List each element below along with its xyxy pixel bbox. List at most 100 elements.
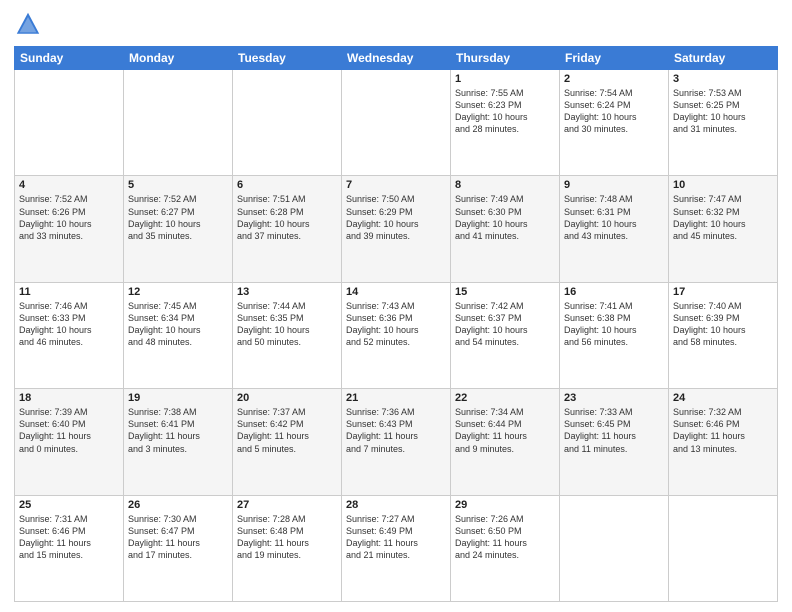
calendar-header-wednesday: Wednesday	[342, 47, 451, 70]
day-info: Sunrise: 7:26 AM Sunset: 6:50 PM Dayligh…	[455, 513, 555, 562]
calendar-cell: 20Sunrise: 7:37 AM Sunset: 6:42 PM Dayli…	[233, 389, 342, 495]
calendar-cell: 19 Sunrise: 7:38 AM Sunset: 6:41 PM Dayli…	[124, 389, 233, 495]
calendar-cell: 24 Sunrise: 7:32 AM Sunset: 6:46 PM Dayli…	[669, 389, 778, 495]
day-number: 1	[455, 73, 555, 85]
day-number: 6	[237, 179, 337, 191]
day-info: Sunrise: 7:53 AM Sunset: 6:25 PM Dayligh…	[673, 87, 773, 136]
calendar-cell: 23Sunrise: 7:33 AM Sunset: 6:45 PM Dayli…	[560, 389, 669, 495]
calendar-cell: 12 Sunrise: 7:45 AM Sunset: 6:34 PM Dayli…	[124, 282, 233, 388]
day-info: Sunrise: 7:48 AM Sunset: 6:31 PM Dayligh…	[564, 193, 664, 242]
day-number: 18	[19, 392, 119, 404]
day-number: 24	[673, 392, 773, 404]
calendar-cell: 2Sunrise: 7:54 AM Sunset: 6:24 PM Daylig…	[560, 70, 669, 176]
calendar-header-row: SundayMondayTuesdayWednesdayThursdayFrid…	[15, 47, 778, 70]
calendar-cell	[669, 495, 778, 601]
calendar-cell: 4 Sunrise: 7:52 AM Sunset: 6:26 PM Daylig…	[15, 176, 124, 282]
day-number: 13	[237, 286, 337, 298]
calendar-cell: 5 Sunrise: 7:52 AM Sunset: 6:27 PM Daylig…	[124, 176, 233, 282]
day-number: 7	[346, 179, 446, 191]
day-info: Sunrise: 7:41 AM Sunset: 6:38 PM Dayligh…	[564, 300, 664, 349]
day-number: 19	[128, 392, 228, 404]
day-info: Sunrise: 7:31 AM Sunset: 6:46 PM Dayligh…	[19, 513, 119, 562]
calendar-cell	[233, 70, 342, 176]
calendar-cell: 17 Sunrise: 7:40 AM Sunset: 6:39 PM Dayli…	[669, 282, 778, 388]
day-number: 10	[673, 179, 773, 191]
day-info: Sunrise: 7:42 AM Sunset: 6:37 PM Dayligh…	[455, 300, 555, 349]
day-number: 9	[564, 179, 664, 191]
day-number: 11	[19, 286, 119, 298]
day-number: 12	[128, 286, 228, 298]
calendar-cell: 15 Sunrise: 7:42 AM Sunset: 6:37 PM Dayli…	[451, 282, 560, 388]
calendar-cell: 10 Sunrise: 7:47 AM Sunset: 6:32 PM Dayli…	[669, 176, 778, 282]
day-info: Sunrise: 7:52 AM Sunset: 6:26 PM Dayligh…	[19, 193, 119, 242]
calendar-cell	[342, 70, 451, 176]
header	[14, 10, 778, 38]
calendar-cell: 18 Sunrise: 7:39 AM Sunset: 6:40 PM Dayli…	[15, 389, 124, 495]
day-number: 2	[564, 73, 664, 85]
day-info: Sunrise: 7:55 AM Sunset: 6:23 PM Dayligh…	[455, 87, 555, 136]
calendar-cell	[15, 70, 124, 176]
calendar-header-monday: Monday	[124, 47, 233, 70]
logo-icon	[14, 10, 42, 38]
calendar-cell	[124, 70, 233, 176]
day-number: 27	[237, 499, 337, 511]
day-number: 16	[564, 286, 664, 298]
calendar-cell: 6 Sunrise: 7:51 AM Sunset: 6:28 PM Daylig…	[233, 176, 342, 282]
calendar-cell: 28 Sunrise: 7:27 AM Sunset: 6:49 PM Dayli…	[342, 495, 451, 601]
day-info: Sunrise: 7:27 AM Sunset: 6:49 PM Dayligh…	[346, 513, 446, 562]
day-number: 28	[346, 499, 446, 511]
calendar-cell: 13 Sunrise: 7:44 AM Sunset: 6:35 PM Dayli…	[233, 282, 342, 388]
day-info: Sunrise: 7:46 AM Sunset: 6:33 PM Dayligh…	[19, 300, 119, 349]
calendar-header-sunday: Sunday	[15, 47, 124, 70]
day-info: Sunrise: 7:36 AM Sunset: 6:43 PM Dayligh…	[346, 406, 446, 455]
calendar-cell: 25 Sunrise: 7:31 AM Sunset: 6:46 PM Dayli…	[15, 495, 124, 601]
calendar-cell: 27 Sunrise: 7:28 AM Sunset: 6:48 PM Dayli…	[233, 495, 342, 601]
calendar-cell: 7 Sunrise: 7:50 AM Sunset: 6:29 PM Daylig…	[342, 176, 451, 282]
day-number: 3	[673, 73, 773, 85]
logo	[14, 10, 46, 38]
day-info: Sunrise: 7:47 AM Sunset: 6:32 PM Dayligh…	[673, 193, 773, 242]
day-number: 25	[19, 499, 119, 511]
calendar-week-5: 25 Sunrise: 7:31 AM Sunset: 6:46 PM Dayli…	[15, 495, 778, 601]
calendar-cell: 21Sunrise: 7:36 AM Sunset: 6:43 PM Dayli…	[342, 389, 451, 495]
calendar-header-friday: Friday	[560, 47, 669, 70]
calendar-table: SundayMondayTuesdayWednesdayThursdayFrid…	[14, 46, 778, 602]
day-number: 4	[19, 179, 119, 191]
day-number: 22	[455, 392, 555, 404]
calendar-cell	[560, 495, 669, 601]
day-info: Sunrise: 7:52 AM Sunset: 6:27 PM Dayligh…	[128, 193, 228, 242]
calendar-cell: 8Sunrise: 7:49 AM Sunset: 6:30 PM Daylig…	[451, 176, 560, 282]
calendar-cell: 26Sunrise: 7:30 AM Sunset: 6:47 PM Dayli…	[124, 495, 233, 601]
calendar-cell: 11 Sunrise: 7:46 AM Sunset: 6:33 PM Dayli…	[15, 282, 124, 388]
day-number: 14	[346, 286, 446, 298]
day-info: Sunrise: 7:38 AM Sunset: 6:41 PM Dayligh…	[128, 406, 228, 455]
day-info: Sunrise: 7:34 AM Sunset: 6:44 PM Dayligh…	[455, 406, 555, 455]
day-info: Sunrise: 7:45 AM Sunset: 6:34 PM Dayligh…	[128, 300, 228, 349]
day-number: 23	[564, 392, 664, 404]
day-info: Sunrise: 7:28 AM Sunset: 6:48 PM Dayligh…	[237, 513, 337, 562]
day-info: Sunrise: 7:49 AM Sunset: 6:30 PM Dayligh…	[455, 193, 555, 242]
day-info: Sunrise: 7:32 AM Sunset: 6:46 PM Dayligh…	[673, 406, 773, 455]
calendar-header-thursday: Thursday	[451, 47, 560, 70]
page: SundayMondayTuesdayWednesdayThursdayFrid…	[0, 0, 792, 612]
calendar-week-2: 4 Sunrise: 7:52 AM Sunset: 6:26 PM Daylig…	[15, 176, 778, 282]
day-number: 5	[128, 179, 228, 191]
calendar-week-3: 11 Sunrise: 7:46 AM Sunset: 6:33 PM Dayli…	[15, 282, 778, 388]
day-number: 17	[673, 286, 773, 298]
calendar-cell: 29Sunrise: 7:26 AM Sunset: 6:50 PM Dayli…	[451, 495, 560, 601]
day-info: Sunrise: 7:30 AM Sunset: 6:47 PM Dayligh…	[128, 513, 228, 562]
day-info: Sunrise: 7:40 AM Sunset: 6:39 PM Dayligh…	[673, 300, 773, 349]
calendar-cell: 1 Sunrise: 7:55 AM Sunset: 6:23 PM Daylig…	[451, 70, 560, 176]
day-info: Sunrise: 7:37 AM Sunset: 6:42 PM Dayligh…	[237, 406, 337, 455]
calendar-week-4: 18 Sunrise: 7:39 AM Sunset: 6:40 PM Dayli…	[15, 389, 778, 495]
day-info: Sunrise: 7:39 AM Sunset: 6:40 PM Dayligh…	[19, 406, 119, 455]
day-info: Sunrise: 7:50 AM Sunset: 6:29 PM Dayligh…	[346, 193, 446, 242]
day-number: 15	[455, 286, 555, 298]
day-info: Sunrise: 7:44 AM Sunset: 6:35 PM Dayligh…	[237, 300, 337, 349]
calendar-header-tuesday: Tuesday	[233, 47, 342, 70]
day-info: Sunrise: 7:51 AM Sunset: 6:28 PM Dayligh…	[237, 193, 337, 242]
calendar-week-1: 1 Sunrise: 7:55 AM Sunset: 6:23 PM Daylig…	[15, 70, 778, 176]
calendar-cell: 14Sunrise: 7:43 AM Sunset: 6:36 PM Dayli…	[342, 282, 451, 388]
calendar-header-saturday: Saturday	[669, 47, 778, 70]
calendar-cell: 16 Sunrise: 7:41 AM Sunset: 6:38 PM Dayli…	[560, 282, 669, 388]
